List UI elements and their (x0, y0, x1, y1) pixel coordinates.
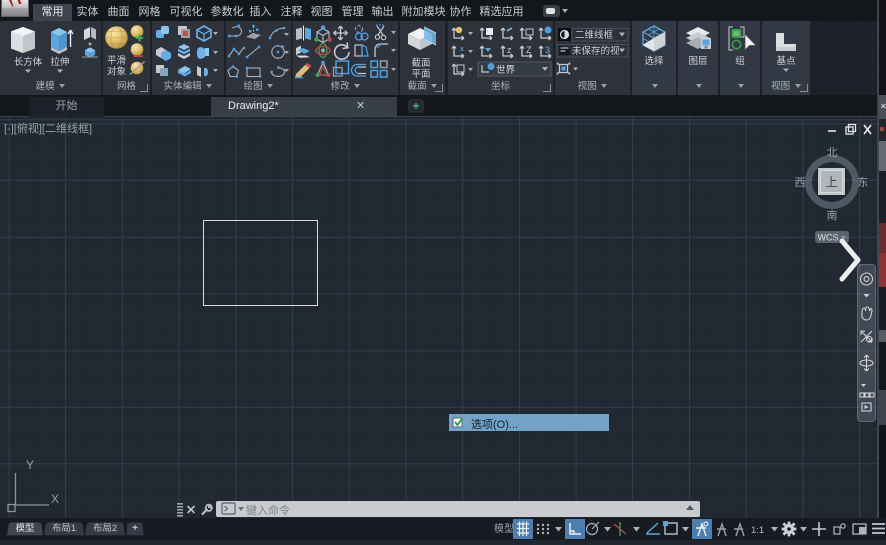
svg-text:截面: 截面 (411, 57, 430, 69)
svg-text:东: 东 (858, 176, 869, 189)
svg-text:世界: 世界 (496, 64, 516, 76)
svg-text:长方体: 长方体 (14, 56, 43, 68)
svg-text:南: 南 (827, 209, 838, 222)
svg-text:未保存的视: 未保存的视 (572, 45, 620, 57)
svg-text:X: X (51, 492, 59, 506)
svg-text:对象: 对象 (107, 66, 127, 78)
svg-text:模型: 模型 (494, 522, 514, 535)
svg-text:基点: 基点 (776, 55, 796, 67)
svg-text:组: 组 (735, 55, 745, 67)
svg-text:z: z (507, 45, 512, 55)
svg-text:西: 西 (795, 177, 806, 189)
svg-text:拉伸: 拉伸 (50, 56, 69, 68)
svg-text:x: x (460, 44, 464, 53)
svg-text:图层: 图层 (688, 56, 707, 67)
svg-text:1:1: 1:1 (751, 525, 764, 536)
svg-text:选择: 选择 (644, 55, 664, 67)
svg-text:Z: Z (526, 45, 532, 55)
svg-text:北: 北 (827, 146, 838, 159)
svg-text:WCS: WCS (818, 233, 839, 243)
svg-text:3: 3 (545, 45, 550, 55)
svg-text:平滑: 平滑 (107, 56, 127, 67)
svg-text:Y: Y (26, 458, 34, 472)
svg-text:二维线框: 二维线框 (575, 29, 614, 41)
svg-text:上: 上 (825, 176, 838, 190)
